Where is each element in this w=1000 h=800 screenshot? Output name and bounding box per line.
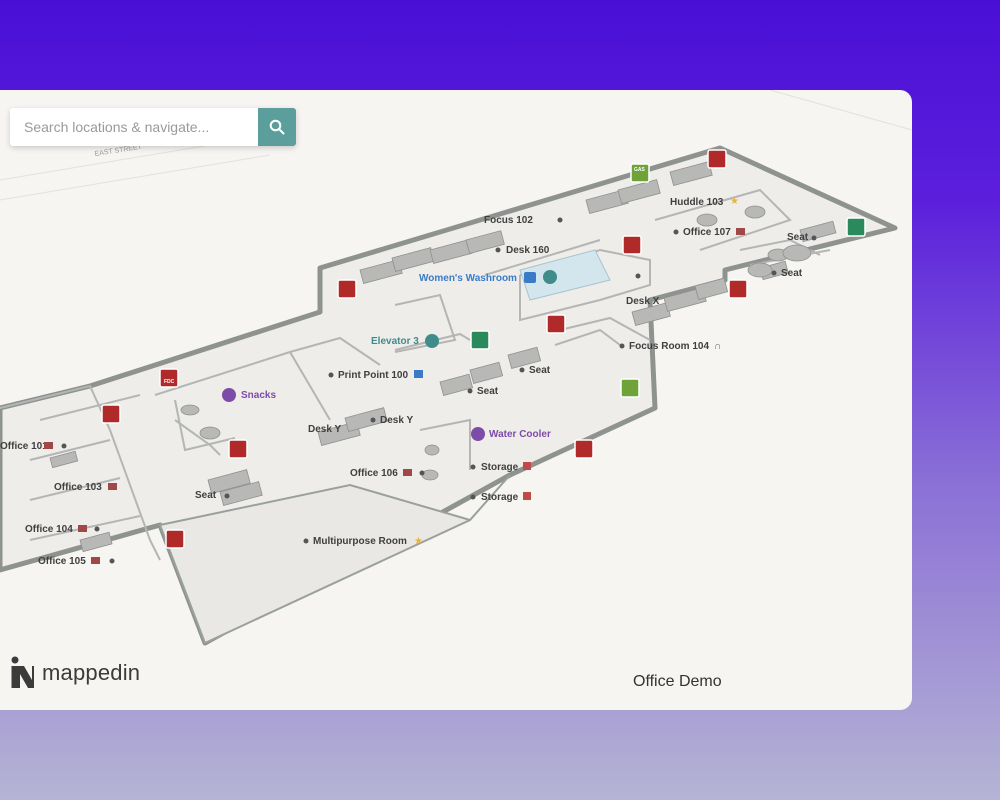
search-bar (10, 108, 296, 146)
label-water-cooler[interactable]: Water Cooler (489, 429, 551, 440)
label-desk-x[interactable]: Desk X (626, 296, 660, 307)
label-office-104[interactable]: Office 104 (25, 524, 73, 535)
mappedin-logo-icon (11, 656, 34, 688)
label-focus-102[interactable]: Focus 102 (484, 215, 533, 226)
fire-alarm-icon[interactable] (228, 439, 248, 459)
map-card: EAST STREET Focus 102 Desk 160 Huddle 10… (0, 90, 912, 710)
first-aid-icon[interactable] (846, 217, 866, 237)
label-seat-2[interactable]: Seat (781, 268, 803, 279)
printer-icon (414, 370, 423, 378)
label-office-106[interactable]: Office 106 (350, 468, 398, 479)
exit-icon[interactable] (620, 378, 640, 398)
storage-box-icon (523, 462, 531, 470)
label-desk-y-2[interactable]: Desk Y (380, 415, 414, 426)
venue-name: Office Demo (633, 673, 722, 690)
label-seat-4[interactable]: Seat (477, 386, 499, 397)
label-snacks[interactable]: Snacks (241, 390, 276, 401)
briefcase-icon (736, 228, 745, 235)
briefcase-icon (44, 442, 53, 449)
gas-badge-text: GAS (634, 167, 646, 173)
star-icon: ★ (730, 196, 739, 207)
water-cooler-pin-icon[interactable] (471, 427, 485, 441)
washroom-poi-icon[interactable] (543, 270, 557, 284)
label-desk-y-1[interactable]: Desk Y (308, 424, 342, 435)
search-button[interactable] (258, 108, 296, 146)
floor-plan-map[interactable]: EAST STREET Focus 102 Desk 160 Huddle 10… (0, 90, 912, 710)
fire-alarm-icon[interactable] (337, 279, 357, 299)
fire-alarm-icon[interactable] (165, 529, 185, 549)
label-storage-2[interactable]: Storage (481, 492, 519, 503)
label-seat-5[interactable]: Seat (195, 490, 217, 501)
first-aid-icon[interactable] (470, 330, 490, 350)
fire-extinguisher-icon[interactable] (546, 314, 566, 334)
fire-extinguisher-icon[interactable] (101, 404, 121, 424)
search-input[interactable] (10, 108, 258, 146)
washroom-icon (524, 272, 536, 283)
briefcase-icon (91, 557, 100, 564)
search-icon (269, 119, 285, 135)
fdc-badge-text: FDC (164, 379, 175, 385)
location-pin-icon[interactable] (222, 388, 236, 402)
label-desk-160[interactable]: Desk 160 (506, 245, 550, 256)
label-seat-3[interactable]: Seat (529, 365, 551, 376)
label-huddle-103[interactable]: Huddle 103 (670, 197, 724, 208)
fire-alarm-icon[interactable] (728, 279, 748, 299)
headphones-icon: ∩ (714, 341, 721, 352)
fire-extinguisher-icon[interactable] (622, 235, 642, 255)
briefcase-icon (108, 483, 117, 490)
emergency-phone-icon[interactable] (574, 439, 594, 459)
fire-alarm-icon[interactable] (707, 149, 727, 169)
brand-logo: mappedin (10, 656, 140, 690)
label-elevator-3[interactable]: Elevator 3 (371, 336, 419, 347)
star-icon: ★ (414, 536, 423, 547)
brand-name: mappedin (42, 660, 141, 685)
label-office-101[interactable]: Office 101 (0, 441, 48, 452)
briefcase-icon (78, 525, 87, 532)
label-office-105[interactable]: Office 105 (38, 556, 86, 567)
storage-box-icon (523, 492, 531, 500)
label-office-107[interactable]: Office 107 (683, 227, 731, 238)
label-focus-room-104[interactable]: Focus Room 104 (629, 341, 709, 352)
briefcase-icon (403, 469, 412, 476)
label-womens-washroom[interactable]: Women's Washroom (419, 273, 517, 284)
label-multipurpose-room[interactable]: Multipurpose Room (313, 536, 407, 547)
label-office-103[interactable]: Office 103 (54, 482, 102, 493)
elevator-icon[interactable] (425, 334, 439, 348)
label-print-point-100[interactable]: Print Point 100 (338, 370, 408, 381)
label-storage-1[interactable]: Storage (481, 462, 519, 473)
label-seat-1[interactable]: Seat (787, 232, 809, 243)
